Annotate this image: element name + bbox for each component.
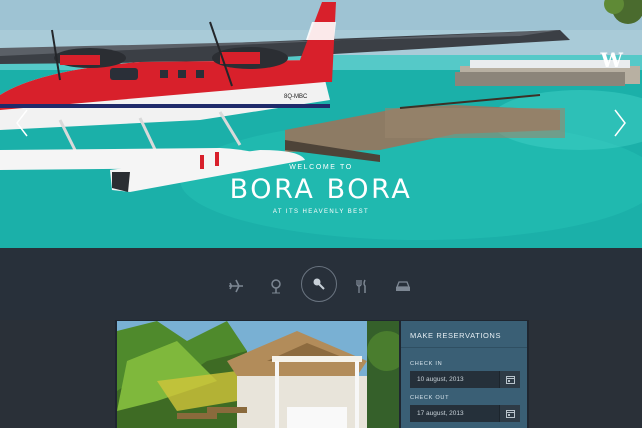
check-in-calendar-button[interactable] [499,371,520,388]
location-pin-icon[interactable] [264,274,288,298]
plane-icon[interactable] [224,274,248,298]
page: 8Q-MBC W WELCOME TO BORA BORA AT ITS HEA… [0,0,642,428]
resort-photo [117,321,399,428]
chevron-left-icon [16,109,28,137]
check-in-label: CHECK IN [410,361,443,367]
key-nav-button[interactable] [301,266,337,302]
hero-title: BORA BORA [229,174,413,205]
next-slide-button[interactable] [612,108,628,138]
reservation-title: MAKE RESERVATIONS [410,331,502,340]
car-icon[interactable] [391,274,415,298]
check-out-value[interactable]: 17 august, 2013 [410,410,499,417]
divider [401,347,527,348]
check-out-calendar-button[interactable] [499,405,520,422]
fork-knife-icon[interactable] [349,274,373,298]
check-in-value[interactable]: 10 august, 2013 [410,376,499,383]
calendar-icon [505,376,515,384]
calendar-icon [505,410,515,418]
key-icon [313,278,325,290]
hero-slider: 8Q-MBC W WELCOME TO BORA BORA AT ITS HEA… [0,0,642,248]
reservation-panel: MAKE RESERVATIONS CHECK IN 10 august, 20… [401,321,527,428]
hero-subtitle: AT ITS HEAVENLY BEST [272,209,370,215]
plane-registration: 8Q-MBC [284,94,308,100]
brand-logo[interactable]: W [601,48,623,72]
check-in-field[interactable]: 10 august, 2013 [410,371,520,388]
hero-welcome: WELCOME TO [289,164,353,171]
prev-slide-button[interactable] [14,108,30,138]
chevron-right-icon [614,109,626,137]
check-out-field[interactable]: 17 august, 2013 [410,405,520,422]
check-out-label: CHECK OUT [410,395,450,401]
